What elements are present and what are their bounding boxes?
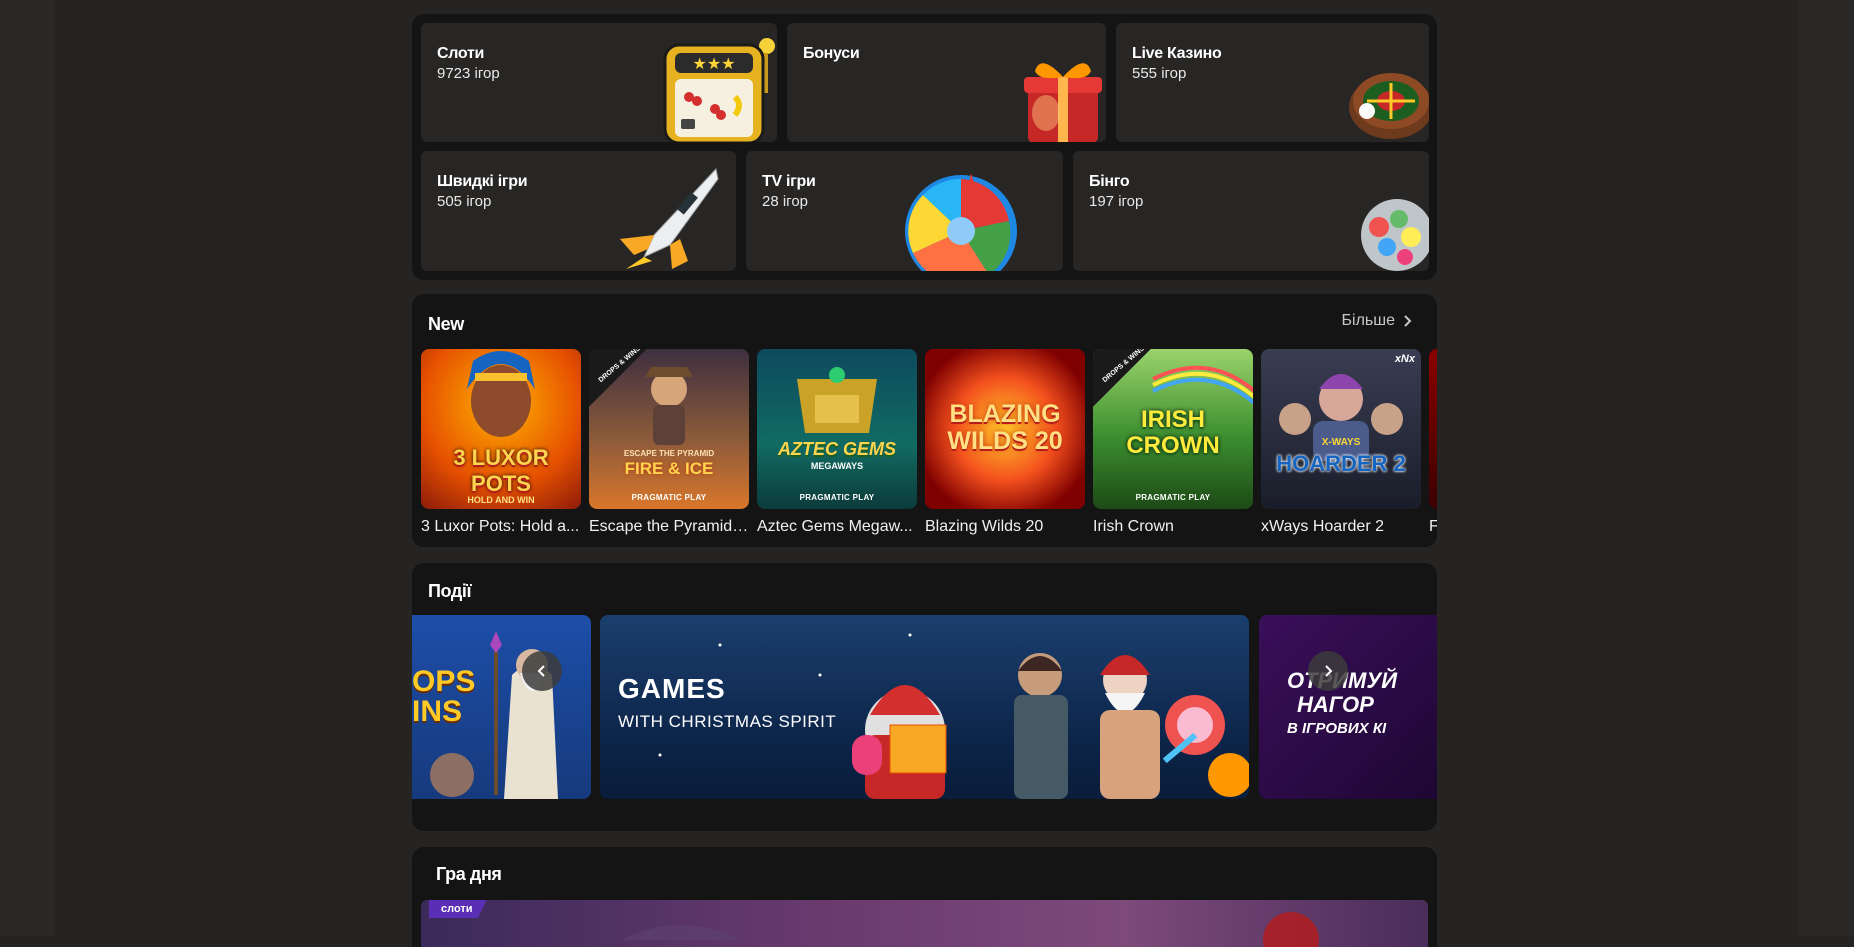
category-title: Швидкі ігри [437, 173, 528, 190]
drops-badge: DROPS & WINS [589, 349, 647, 407]
carousel-next-button[interactable] [1308, 651, 1348, 691]
game-thumbnail[interactable]: 3 LUXOR POTS HOLD AND WIN [421, 349, 581, 509]
category-count: 9723 ігор [437, 65, 500, 82]
category-title: Бінго [1089, 173, 1130, 190]
game-of-day-banner[interactable]: слоти [421, 900, 1428, 947]
game-art-subtitle: HOLD AND WIN [467, 495, 535, 505]
game-thumbnail[interactable]: BLAZING WILDS 20 [925, 349, 1085, 509]
game-card[interactable]: DROPS & WINS ESCAPE THE PYRAMID FIRE & I… [589, 349, 751, 536]
game-provider: PRAGMATIC PLAY [631, 493, 707, 502]
page-gutter-right [1799, 0, 1854, 936]
game-thumbnail[interactable]: xNx X-WAYS HOARDER 2 [1261, 349, 1421, 509]
category-grid: Слоти 9723 ігор ★★★ Бонуси Live Казино 5… [412, 14, 1437, 280]
banner-headline: GAMES [618, 673, 726, 704]
game-name: Irish Crown [1093, 518, 1174, 535]
game-art-subtitle: ESCAPE THE PYRAMID [623, 449, 715, 458]
category-title: Live Казино [1132, 45, 1222, 62]
game-art-title: 3 LUXOR POTS [453, 445, 549, 496]
banner-text: OPS INS [412, 665, 476, 728]
game-art-title: BLAZING WILDS 20 [947, 400, 1063, 455]
game-art-title: FIRE & ICE [624, 459, 714, 478]
game-card[interactable]: DROPS & WINS IRISH CROWN PRAGMATIC PLAY … [1093, 349, 1253, 536]
game-name: Escape the Pyramid -... [589, 518, 751, 535]
fortune-wheel-icon [905, 173, 1017, 271]
event-banner[interactable]: GAMES WITH CHRISTMAS SPIRIT [600, 615, 1249, 799]
svg-text:★★★: ★★★ [692, 56, 735, 73]
game-art-title: HOARDER 2 [1276, 451, 1406, 476]
category-title: Бонуси [803, 45, 860, 62]
category-count: 505 ігор [437, 193, 492, 210]
game-card[interactable]: xNx X-WAYS HOARDER 2 xWays Hoarder 2 [1261, 349, 1421, 536]
section-title: New [428, 314, 464, 334]
section-title: Події [428, 581, 472, 601]
game-artwork [797, 367, 877, 433]
category-title: TV ігри [762, 173, 816, 190]
game-name: 3 Luxor Pots: Hold a... [421, 518, 580, 535]
category-count: 555 ігор [1132, 65, 1187, 82]
game-card[interactable]: AZTEC GEMS MEGAWAYS PRAGMATIC PLAY Aztec… [757, 349, 917, 536]
category-tag: слоти [429, 900, 487, 918]
slot-machine-icon: ★★★ [663, 38, 775, 142]
bingo-balls-icon [1361, 199, 1429, 271]
game-art-title: IRISH CROWN [1126, 406, 1220, 459]
category-bonuses[interactable]: Бонуси [787, 23, 1106, 142]
new-games-section: New Більше 3 LUXOR POTS HOLD AND WIN 3 L… [412, 294, 1437, 547]
category-slots[interactable]: Слоти 9723 ігор ★★★ [421, 23, 777, 142]
drops-badge: DROPS & WINS [1093, 349, 1151, 407]
rocket-icon [620, 167, 719, 269]
category-quick-games[interactable]: Швидкі ігри 505 ігор [421, 151, 736, 271]
carousel-prev-button[interactable] [522, 651, 562, 691]
game-card[interactable]: 3 LUXOR POTS HOLD AND WIN 3 Luxor Pots: … [421, 349, 581, 536]
chevron-left-icon [537, 665, 545, 677]
category-bingo[interactable]: Бінго 197 ігор [1073, 151, 1429, 271]
roulette-icon [1349, 73, 1429, 139]
game-thumbnail[interactable]: AZTEC GEMS MEGAWAYS PRAGMATIC PLAY [757, 349, 917, 509]
gift-icon [1024, 63, 1102, 142]
page-gutter-left [0, 0, 55, 936]
events-section: Події OPS INS GAMES WITH CHRISTMAS SPIRI… [412, 563, 1437, 831]
game-thumbnail[interactable] [1429, 349, 1437, 509]
game-name: Aztec Gems Megaw... [757, 518, 913, 535]
category-count: 28 ігор [762, 193, 809, 210]
category-live-casino[interactable]: Live Казино 555 ігор [1116, 23, 1429, 142]
game-art-title: AZTEC GEMS [777, 439, 896, 459]
game-thumbnail[interactable]: DROPS & WINS IRISH CROWN PRAGMATIC PLAY [1093, 349, 1253, 509]
game-card[interactable]: F [1429, 349, 1437, 536]
category-tv-games[interactable]: TV ігри 28 ігор [746, 151, 1063, 271]
game-name: Blazing Wilds 20 [925, 518, 1044, 535]
event-banner[interactable]: ОТРИМУЙ НАГОР В ІГРОВИХ КІ [1259, 615, 1437, 799]
game-art-subtitle: MEGAWAYS [810, 461, 864, 471]
game-of-day-artwork [621, 912, 1319, 947]
category-count: 197 ігор [1089, 193, 1144, 210]
banner-subline: WITH CHRISTMAS SPIRIT [618, 712, 837, 731]
event-banner[interactable]: OPS INS [412, 615, 591, 799]
category-title: Слоти [437, 45, 485, 62]
game-artwork [1279, 374, 1403, 461]
chevron-right-icon [1325, 665, 1333, 677]
game-of-day-section: Гра дня слоти [412, 847, 1437, 947]
more-label: Більше [1341, 312, 1395, 329]
game-name: xWays Hoarder 2 [1261, 518, 1384, 535]
section-title: Гра дня [436, 864, 502, 884]
chevron-right-icon [1404, 315, 1412, 327]
christmas-characters-artwork [658, 633, 1249, 799]
game-art-subtitle: X-WAYS [1321, 437, 1361, 448]
provider-logo: xNx [1394, 353, 1415, 365]
game-provider: PRAGMATIC PLAY [1135, 493, 1211, 502]
game-provider: PRAGMATIC PLAY [799, 493, 875, 502]
game-thumbnail[interactable]: DROPS & WINS ESCAPE THE PYRAMID FIRE & I… [589, 349, 749, 509]
more-link[interactable]: Більше [1342, 312, 1413, 330]
game-card[interactable]: BLAZING WILDS 20 Blazing Wilds 20 [925, 349, 1085, 536]
game-name: F [1429, 518, 1437, 536]
